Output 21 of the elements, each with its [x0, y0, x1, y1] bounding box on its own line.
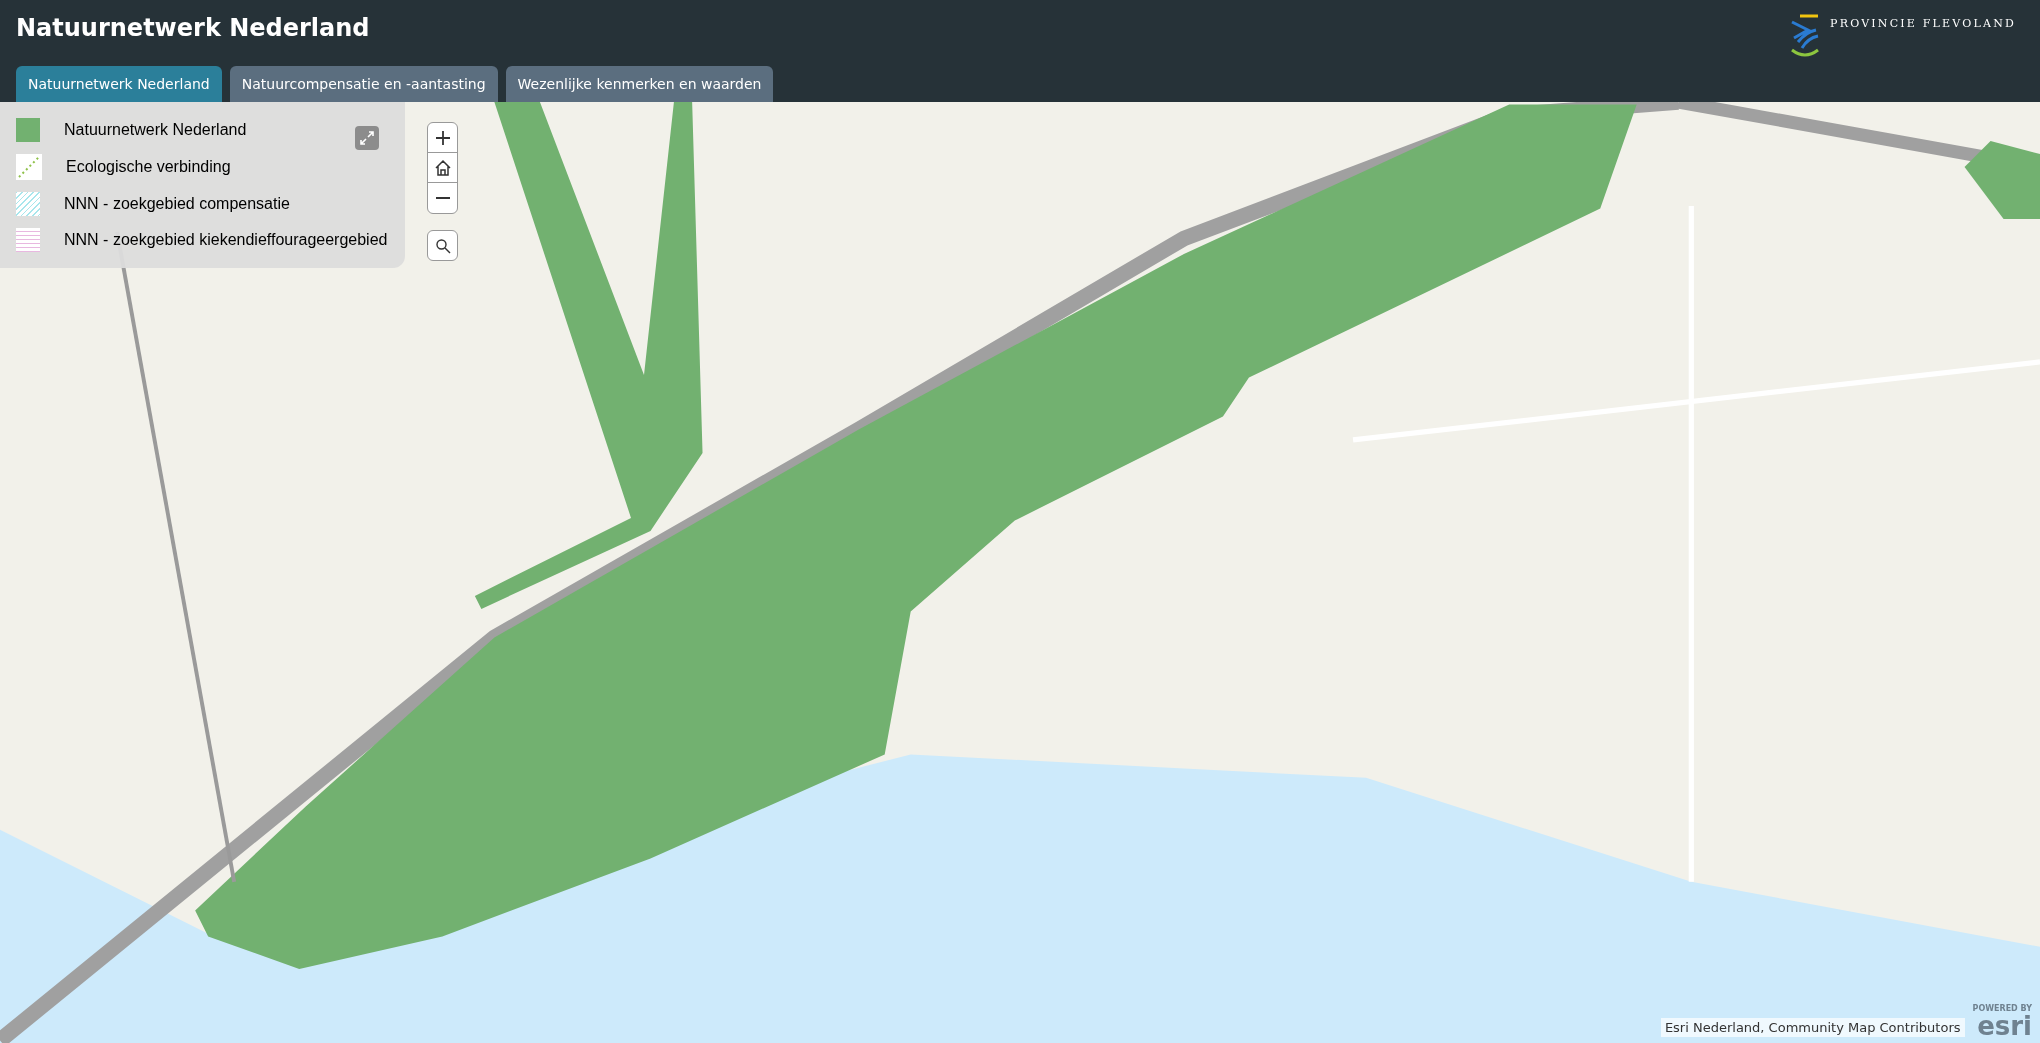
legend-swatch	[16, 118, 40, 142]
plus-icon	[434, 129, 451, 146]
tab[interactable]: Natuurnetwerk Nederland	[16, 66, 222, 102]
app-title: Natuurnetwerk Nederland	[16, 16, 371, 40]
tab[interactable]: Natuurcompensatie en -aantasting	[229, 66, 498, 102]
legend-swatch	[16, 192, 40, 216]
expand-icon[interactable]	[355, 126, 379, 150]
legend-swatch	[16, 228, 40, 252]
province-logo-text: PROVINCIE FLEVOLAND	[1830, 16, 2016, 32]
legend-swatch	[16, 154, 42, 180]
legend-label: NNN - zoekgebied kiekendieffourageergebied	[64, 230, 388, 250]
search-button[interactable]	[427, 230, 458, 261]
legend-label: Ecologische verbinding	[66, 157, 231, 177]
search-icon	[434, 237, 451, 254]
minus-icon	[434, 197, 451, 199]
logo-wordmark: esri	[1977, 1013, 2032, 1039]
home-icon	[433, 158, 452, 177]
tab[interactable]: Wezenlijke kenmerken en waarden	[505, 66, 774, 102]
legend-label: NNN - zoekgebied compensatie	[64, 194, 290, 214]
legend-label: Natuurnetwerk Nederland	[64, 120, 247, 140]
logo-caption: POWERED BY	[1972, 1005, 2032, 1013]
